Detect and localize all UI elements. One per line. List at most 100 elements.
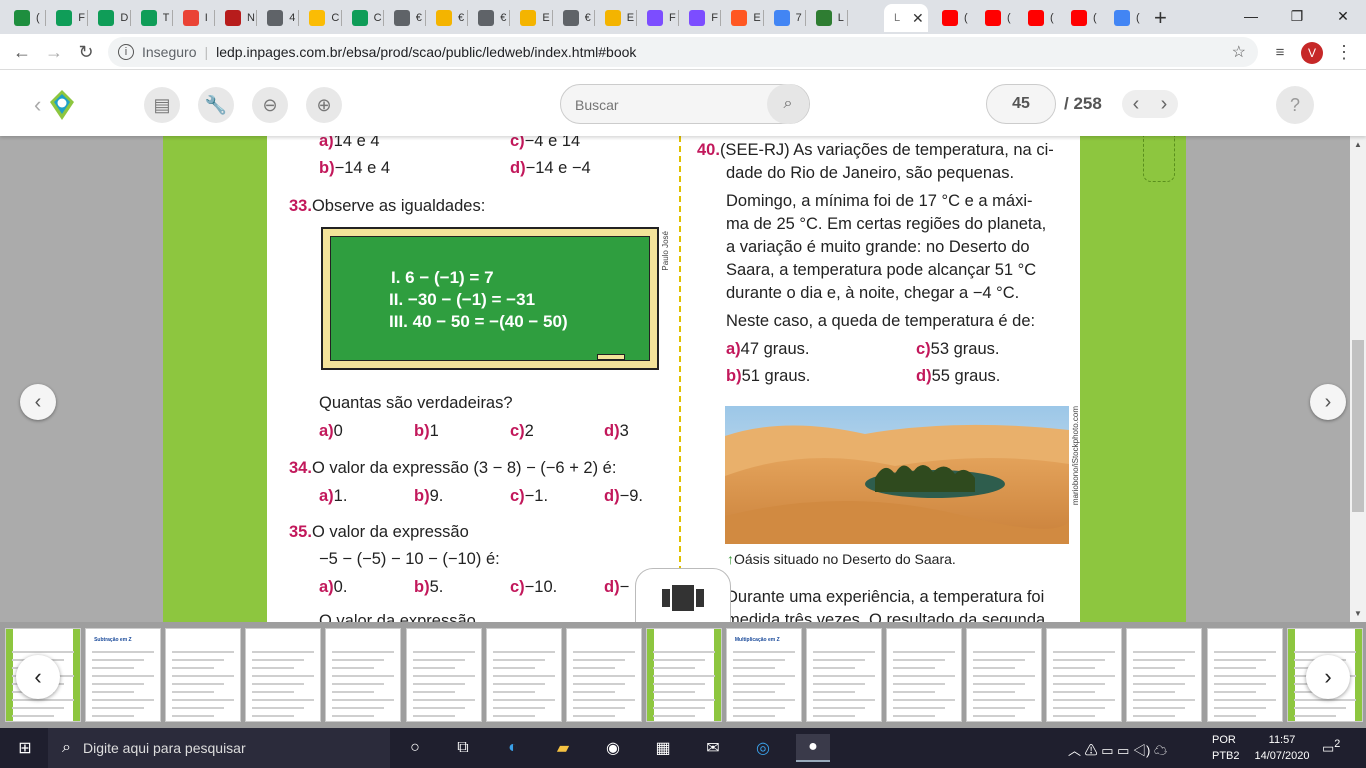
page-thumbnail[interactable] (165, 628, 242, 722)
page-number-field[interactable]: 45 (986, 84, 1056, 124)
page-thumbnail[interactable] (565, 628, 642, 722)
tray-icons[interactable]: ︿ ⚠ ▭ ▭ ◁) ☁ (1068, 740, 1167, 759)
prev-page-button[interactable]: ‹ › (1122, 90, 1178, 118)
zoom-out-icon[interactable]: ⊖ (252, 87, 288, 123)
page-thumbnail[interactable] (645, 628, 722, 722)
page-thumbnail[interactable] (325, 628, 402, 722)
page-thumbnail[interactable] (966, 628, 1043, 722)
mail-icon[interactable]: ✉ (698, 734, 728, 762)
browser-tab[interactable]: € (426, 4, 468, 32)
search-button[interactable]: ⌕ (767, 84, 809, 124)
page-thumbnail[interactable] (1046, 628, 1123, 722)
browser-tab[interactable]: F (46, 4, 88, 32)
page-thumbnail[interactable] (1126, 628, 1203, 722)
browser-tab[interactable]: N (215, 4, 257, 32)
browser-tab[interactable]: ( (1018, 4, 1061, 32)
browser-tab[interactable]: E (510, 4, 552, 32)
total-pages: / 258 (1064, 94, 1102, 113)
paragraph-line-1: Domingo, a mínima foi de 17 °C e a máxi- (726, 192, 1033, 210)
windows-start-icon[interactable]: ⊞ (10, 734, 40, 762)
profile-avatar[interactable]: V (1301, 42, 1323, 64)
option-label: a) (319, 487, 334, 505)
page-thumbnail[interactable] (1206, 628, 1283, 722)
summary-book-icon[interactable]: ▤ (144, 87, 180, 123)
close-window-button[interactable]: ✕ (1320, 0, 1366, 32)
back-chevron-icon[interactable]: ‹ (34, 92, 41, 118)
page-thumbnail[interactable] (485, 628, 562, 722)
browser-tab[interactable]: F (637, 4, 679, 32)
chevron-left-icon[interactable]: ‹ (1122, 90, 1150, 118)
forward-arrow-icon[interactable]: → (40, 38, 68, 66)
cortana-icon[interactable]: ○ (400, 734, 430, 762)
search-box[interactable]: ⌕ (560, 84, 810, 124)
zoom-in-icon[interactable]: ⊕ (306, 87, 342, 123)
browser-tab[interactable]: ( (975, 4, 1018, 32)
prev-page-arrow[interactable]: ‹ (20, 384, 56, 420)
browser-tab[interactable]: T (131, 4, 173, 32)
browser-tab[interactable]: E (721, 4, 763, 32)
store-icon[interactable]: ▦ (648, 734, 678, 762)
app-logo[interactable] (48, 88, 76, 122)
active-tab[interactable]: L ✕ (884, 4, 928, 32)
browser-tab[interactable]: I (173, 4, 215, 32)
page-thumbnail[interactable]: Subtração em Z (85, 628, 162, 722)
browser-tab[interactable]: ( (4, 4, 46, 32)
browser-tab[interactable]: € (384, 4, 426, 32)
page-thumbnail[interactable]: Multiplicação em Z (725, 628, 802, 722)
address-bar[interactable]: i Inseguro | ledp.inpages.com.br/ebsa/pr… (108, 37, 1258, 67)
scrollbar-thumb[interactable] (1352, 340, 1364, 512)
reader-header: ‹ ▤ 🔧 ⊖ ⊕ ⌕ 45 / 258 ‹ › ? (0, 70, 1366, 136)
app-icon[interactable]: ◎ (748, 734, 778, 762)
browser-tab[interactable]: 4 (257, 4, 299, 32)
info-icon[interactable]: i (118, 44, 134, 60)
viewer-scrollbar[interactable]: ▲ ▼ (1350, 136, 1366, 622)
browser-tab[interactable]: ( (1061, 4, 1104, 32)
page-thumbnail[interactable] (806, 628, 882, 722)
illustration-credit: Paulo José (661, 231, 670, 271)
browser-tab[interactable]: ( (1104, 4, 1147, 32)
browser-tab[interactable]: C (342, 4, 384, 32)
browser-tab[interactable]: € (553, 4, 595, 32)
question-text: Observe as igualdades: (311, 197, 486, 215)
tools-wrench-icon[interactable]: 🔧 (198, 87, 234, 123)
page-thumbnail[interactable] (886, 628, 963, 722)
media-queue-icon[interactable]: ≡ (1266, 38, 1294, 66)
page-thumbnail[interactable] (405, 628, 482, 722)
bookmark-star-icon[interactable]: ☆ (1232, 42, 1246, 62)
browser-tab[interactable]: D (88, 4, 130, 32)
tab-favicon-icon (985, 10, 1001, 26)
browser-tab[interactable]: ( (932, 4, 975, 32)
minimize-button[interactable]: — (1228, 0, 1274, 32)
clock[interactable]: 11:57 14/07/2020 (1252, 732, 1312, 764)
close-tab-icon[interactable]: ✕ (912, 10, 924, 27)
chevron-right-icon[interactable]: › (1150, 90, 1178, 118)
browser-tab[interactable]: E (595, 4, 637, 32)
next-page-arrow[interactable]: › (1310, 384, 1346, 420)
maximize-button[interactable]: ❐ (1274, 0, 1320, 32)
search-icon: ⌕ (62, 739, 71, 756)
menu-kebab-icon[interactable]: ⋮ (1330, 38, 1358, 66)
obs-icon[interactable]: ◉ (598, 734, 628, 762)
browser-tab[interactable]: L (806, 4, 848, 32)
chrome-icon[interactable]: ● (796, 734, 830, 762)
toggle-thumbnails-button[interactable] (635, 568, 731, 622)
language-indicator[interactable]: POR PTB2 (1212, 732, 1240, 764)
notifications-button[interactable]: ▭2 (1322, 738, 1340, 756)
edge-icon[interactable]: ◐ (498, 734, 528, 762)
taskbar-search[interactable]: ⌕ Digite aqui para pesquisar (48, 728, 390, 768)
browser-tab[interactable]: F (679, 4, 721, 32)
browser-tab[interactable]: € (468, 4, 510, 32)
search-input[interactable] (575, 94, 755, 116)
file-explorer-icon[interactable]: ▰ (548, 734, 578, 762)
new-tab-button[interactable]: + (1154, 5, 1167, 31)
page-thumbnail[interactable] (245, 628, 322, 722)
thumbs-next-button[interactable]: › (1306, 655, 1350, 699)
task-view-icon[interactable]: ⧉ (448, 734, 478, 762)
browser-tab[interactable]: C (299, 4, 341, 32)
bookmark-ribbon[interactable] (1143, 136, 1175, 182)
back-arrow-icon[interactable]: ← (8, 38, 36, 66)
reload-icon[interactable]: ↻ (72, 38, 100, 66)
browser-tab[interactable]: 7 (764, 4, 806, 32)
help-button[interactable]: ? (1276, 86, 1314, 124)
thumbs-prev-button[interactable]: ‹ (16, 655, 60, 699)
